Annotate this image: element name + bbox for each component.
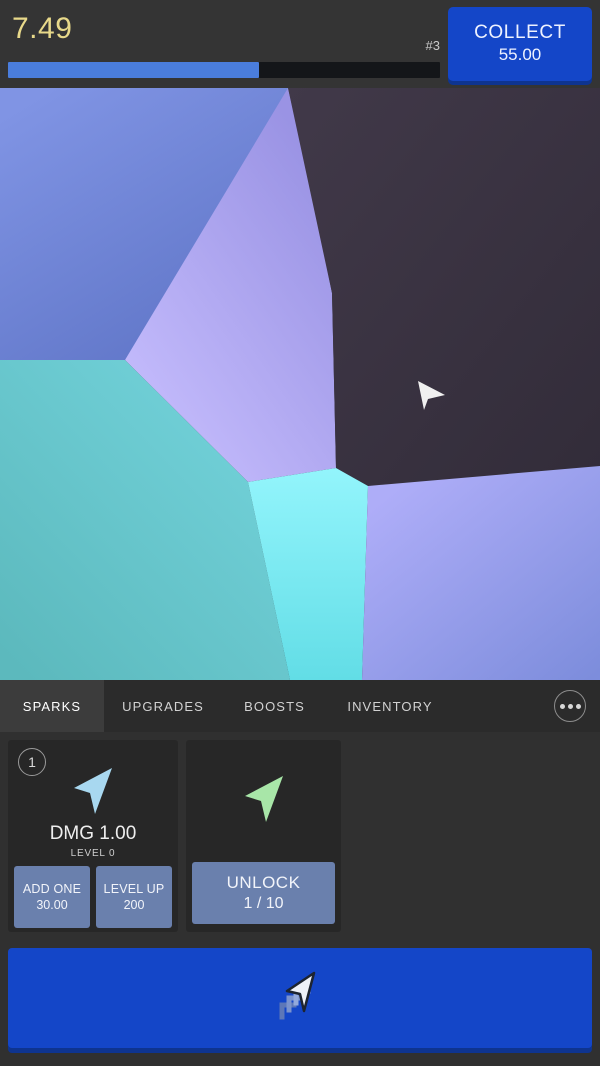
- spark-card-actions: ADD ONE 30.00 LEVEL UP 200: [14, 865, 172, 928]
- tab-inventory[interactable]: INVENTORY: [327, 680, 453, 732]
- dot: [575, 703, 581, 709]
- game-canvas[interactable]: [0, 88, 600, 680]
- collect-button[interactable]: COLLECT 55.00: [448, 7, 592, 81]
- cursor-arrow-icon: [235, 768, 293, 830]
- score-value: 7.49: [12, 12, 73, 45]
- tab-upgrades[interactable]: UPGRADES: [104, 680, 222, 732]
- spark-level-label: LEVEL 0: [70, 847, 116, 859]
- level-up-button[interactable]: LEVEL UP 200: [96, 865, 172, 928]
- tab-sparks[interactable]: SPARKS: [0, 680, 104, 732]
- add-one-button[interactable]: ADD ONE 30.00: [14, 865, 90, 928]
- tab-bar: SPARKS UPGRADES BOOSTS INVENTORY: [0, 680, 600, 732]
- unlock-button[interactable]: UNLOCK 1 / 10: [192, 862, 335, 924]
- spark-damage-label: DMG 1.00: [49, 823, 137, 844]
- big-action-wrap: [0, 940, 600, 1066]
- collect-button-amount: 55.00: [498, 44, 542, 64]
- add-one-label: ADD ONE: [22, 881, 82, 896]
- slot-number-badge: 1: [18, 748, 46, 776]
- cell-blue-right[interactable]: [362, 466, 600, 680]
- dot: [567, 703, 573, 709]
- rank-label: #3: [425, 38, 440, 53]
- spawn-spark-button[interactable]: [8, 948, 592, 1048]
- collect-button-label: COLLECT: [474, 22, 566, 44]
- sparks-card-list: 1 DMG 1.00 LEVEL 0 ADD ONE 30.00 LEVEL U…: [0, 732, 600, 940]
- top-status-bar: 7.49 #3 COLLECT 55.00: [0, 0, 600, 88]
- cursor-stack-icon: [268, 965, 332, 1032]
- ellipsis-icon[interactable]: [554, 690, 586, 722]
- spark-card[interactable]: 1 DMG 1.00 LEVEL 0 ADD ONE 30.00 LEVEL U…: [8, 740, 178, 932]
- dot: [559, 703, 565, 709]
- level-up-label: LEVEL UP: [103, 881, 165, 896]
- unlock-progress: 1 / 10: [243, 895, 284, 912]
- level-up-cost: 200: [123, 897, 145, 912]
- unlock-label: UNLOCK: [226, 873, 301, 892]
- add-one-cost: 30.00: [36, 897, 68, 912]
- voronoi-cells: [0, 88, 600, 680]
- cursor-arrow-icon: [64, 762, 122, 820]
- locked-card-actions: UNLOCK 1 / 10: [192, 862, 335, 924]
- locked-spark-card[interactable]: UNLOCK 1 / 10: [186, 740, 341, 932]
- progress-bar-fill: [8, 62, 259, 78]
- game-app: 7.49 #3 COLLECT 55.00 SPARKS UPGRADES BO…: [0, 0, 600, 1066]
- progress-bar-track: [8, 62, 440, 78]
- tab-boosts[interactable]: BOOSTS: [222, 680, 327, 732]
